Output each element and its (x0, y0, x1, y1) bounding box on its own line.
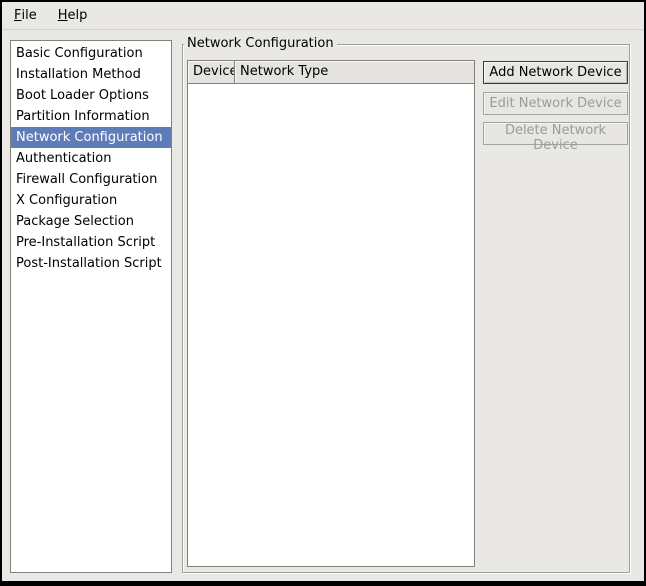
group-title: Network Configuration (184, 36, 337, 52)
table-header-row: Device Network Type (188, 61, 474, 84)
sidebar-item-installation-method[interactable]: Installation Method (11, 64, 171, 85)
kickstart-configurator-window: File Help Basic Configuration Installati… (0, 0, 646, 586)
sidebar-item-pre-installation-script[interactable]: Pre-Installation Script (11, 232, 171, 253)
column-header-device[interactable]: Device (188, 61, 235, 84)
sidebar-item-firewall-configuration[interactable]: Firewall Configuration (11, 169, 171, 190)
column-header-network-type[interactable]: Network Type (235, 61, 474, 84)
menu-help[interactable]: Help (50, 2, 96, 29)
delete-network-device-button[interactable]: Delete Network Device (483, 122, 628, 145)
menubar: File Help (2, 2, 644, 30)
menu-file[interactable]: File (6, 2, 45, 29)
section-list: Basic Configuration Installation Method … (10, 40, 172, 573)
sidebar-item-basic-configuration[interactable]: Basic Configuration (11, 43, 171, 64)
sidebar-item-network-configuration[interactable]: Network Configuration (11, 127, 171, 148)
sidebar-item-post-installation-script[interactable]: Post-Installation Script (11, 253, 171, 274)
sidebar-item-package-selection[interactable]: Package Selection (11, 211, 171, 232)
network-configuration-group: Network Configuration Device Network Typ… (182, 44, 630, 573)
network-device-table: Device Network Type (187, 60, 475, 567)
add-network-device-button[interactable]: Add Network Device (483, 61, 628, 84)
edit-network-device-button[interactable]: Edit Network Device (483, 92, 628, 115)
sidebar-item-partition-information[interactable]: Partition Information (11, 106, 171, 127)
sidebar-item-authentication[interactable]: Authentication (11, 148, 171, 169)
sidebar-item-x-configuration[interactable]: X Configuration (11, 190, 171, 211)
table-body[interactable] (188, 84, 474, 566)
sidebar-item-boot-loader-options[interactable]: Boot Loader Options (11, 85, 171, 106)
